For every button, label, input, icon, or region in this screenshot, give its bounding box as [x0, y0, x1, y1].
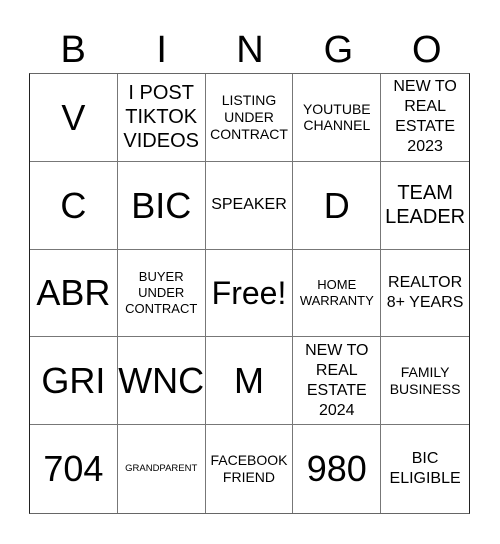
- bingo-cell[interactable]: 704: [30, 425, 118, 513]
- free-space-cell[interactable]: Free!: [205, 249, 294, 338]
- bingo-cell[interactable]: D: [293, 161, 382, 250]
- bingo-cell[interactable]: GRI: [30, 337, 118, 426]
- bingo-cell[interactable]: FAMILY BUSINESS: [381, 337, 469, 426]
- bingo-cell[interactable]: SPEAKER: [205, 161, 294, 250]
- bingo-header: B I N G O: [29, 28, 471, 73]
- bingo-cell[interactable]: TEAM LEADER: [381, 162, 469, 250]
- bingo-cell[interactable]: V: [30, 74, 118, 162]
- bingo-cell[interactable]: 980: [293, 425, 382, 513]
- bingo-cell[interactable]: REALTOR 8+ YEARS: [381, 250, 469, 338]
- bingo-cell[interactable]: WNC: [117, 337, 206, 426]
- bingo-cell[interactable]: NEW TO REAL ESTATE 2024: [293, 337, 382, 426]
- bingo-cell[interactable]: M: [205, 337, 294, 426]
- bingo-cell[interactable]: BIC ELIGIBLE: [381, 425, 469, 513]
- header-letter-n: N: [236, 29, 264, 71]
- bingo-cell[interactable]: HOME WARRANTY: [293, 249, 382, 338]
- bingo-cell[interactable]: NEW TO REAL ESTATE 2023: [381, 74, 469, 162]
- bingo-cell[interactable]: YOUTUBE CHANNEL: [293, 74, 382, 162]
- bingo-board: VI POST TIKTOK VIDEOS LISTING UNDER CONTR…: [29, 73, 470, 514]
- header-letter-i: I: [156, 29, 167, 71]
- header-letter-b: B: [60, 29, 86, 71]
- header-letter-o: O: [412, 29, 442, 71]
- bingo-cell[interactable]: BIC: [117, 161, 206, 250]
- bingo-cell[interactable]: ABR: [30, 249, 118, 338]
- bingo-cell[interactable]: FACEBOOK FRIEND: [206, 425, 294, 513]
- bingo-cell[interactable]: BUYER UNDER CONTRACT: [117, 249, 206, 338]
- bingo-cell[interactable]: I POST TIKTOK VIDEOS: [117, 74, 206, 162]
- header-letter-g: G: [323, 29, 354, 71]
- bingo-cell[interactable]: GRANDPARENT: [118, 425, 206, 513]
- bingo-cell[interactable]: C: [30, 161, 118, 250]
- bingo-cell[interactable]: LISTING UNDER CONTRACT: [205, 74, 294, 162]
